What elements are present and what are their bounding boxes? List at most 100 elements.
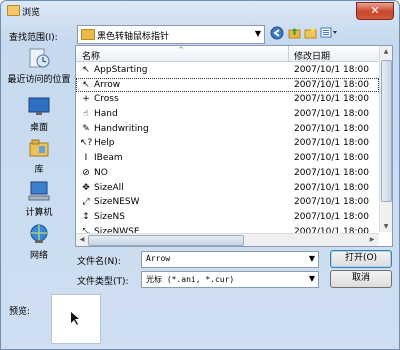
cursor-preview-icon [68, 311, 84, 331]
folder-icon [7, 5, 20, 16]
file-name-value: Arrow [146, 254, 171, 263]
column-header-date[interactable]: 修改日期 [294, 49, 330, 62]
cursor-file-icon: + [82, 94, 90, 105]
file-name: IBeam [94, 153, 123, 164]
file-row[interactable]: ↖? Help 2007/10/1 18:00 [76, 136, 379, 151]
file-name: SizeNESW [94, 197, 140, 208]
column-divider[interactable] [288, 46, 289, 61]
scroll-down-icon[interactable]: ▼ [380, 223, 392, 230]
file-date: 2007/10/1 18:00 [294, 94, 369, 105]
file-date: 2007/10/1 18:00 [294, 167, 369, 178]
file-type-value: 光标 (*.ani, *.cur) [146, 275, 235, 284]
file-name: SizeAll [94, 182, 124, 193]
file-date: 2007/10/1 18:00 [294, 182, 369, 193]
file-name: Hand [94, 109, 118, 120]
file-row[interactable]: + Cross 2007/10/1 18:00 [76, 92, 379, 107]
scroll-right-icon[interactable]: ▶ [366, 236, 378, 243]
look-in-label: 查找范围(I): [9, 33, 58, 43]
chevron-down-icon: ▼ [308, 274, 315, 283]
preview-label: 预览: [9, 307, 31, 317]
column-header-name[interactable]: 名称 [82, 49, 100, 62]
title-bar[interactable]: 浏览 ✕ [1, 1, 399, 21]
file-row[interactable]: ⤢ SizeNESW 2007/10/1 18:00 [76, 195, 379, 210]
place-libraries[interactable]: 库 [7, 137, 71, 175]
place-desktop[interactable]: 桌面 [7, 95, 71, 133]
file-rows: ↖ AppStarting 2007/10/1 18:00 ↖ Arrow 2007/10… [76, 63, 379, 239]
file-name-input[interactable]: Arrow ▼ [141, 251, 319, 268]
cursor-file-icon: ↖ [82, 79, 90, 90]
file-date: 2007/10/1 18:00 [294, 123, 369, 134]
place-network[interactable]: 网络 [7, 223, 71, 261]
file-type-label: 文件类型(T): [77, 277, 129, 287]
place-label: 库 [34, 165, 44, 175]
file-date: 2007/10/1 18:00 [294, 153, 369, 164]
libraries-icon [27, 137, 51, 159]
close-button[interactable]: ✕ [356, 2, 394, 20]
place-label: 桌面 [29, 123, 48, 133]
scroll-thumb[interactable] [88, 235, 244, 246]
file-date: 2007/10/1 18:00 [294, 79, 369, 90]
file-type-select[interactable]: 光标 (*.ani, *.cur) ▼ [141, 271, 319, 288]
preview-pane [51, 294, 101, 344]
column-header-row: 名称 ^ 修改日期 [76, 46, 379, 62]
file-name: SizeNS [94, 211, 125, 222]
folder-icon [81, 29, 95, 40]
file-row[interactable]: ↖ AppStarting 2007/10/1 18:00 [76, 63, 379, 78]
file-name: Help [94, 138, 115, 149]
file-date: 2007/10/1 18:00 [294, 109, 369, 120]
file-name: Handwriting [94, 123, 149, 134]
file-date: 2007/10/1 18:00 [294, 65, 369, 75]
chevron-down-icon[interactable]: ▼ [309, 254, 315, 263]
file-name: NO [94, 167, 108, 178]
file-row[interactable]: ✎ Handwriting 2007/10/1 18:00 [76, 122, 379, 137]
open-button[interactable]: 打开(O) [330, 250, 392, 268]
new-folder-icon[interactable] [303, 26, 317, 41]
horizontal-scrollbar[interactable]: ◀ ▶ [76, 233, 379, 246]
file-name: AppStarting [94, 65, 148, 75]
file-row[interactable]: ↕ SizeNS 2007/10/1 18:00 [76, 210, 379, 225]
desktop-icon [27, 95, 51, 117]
recent-places-icon [27, 47, 51, 69]
cursor-file-icon: ✎ [82, 123, 90, 134]
place-label: 网络 [29, 251, 48, 261]
place-computer[interactable]: 计算机 [7, 180, 71, 218]
file-row[interactable]: ✥ SizeAll 2007/10/1 18:00 [76, 181, 379, 196]
file-name-label: 文件名(N): [77, 257, 121, 267]
sort-up-icon: ^ [178, 46, 184, 54]
place-recent[interactable]: 最近访问的位置 [7, 47, 71, 85]
look-in-dropdown[interactable]: 黑色转轴鼠标指针 ▼ [77, 25, 265, 44]
cursor-file-icon: ✥ [82, 182, 90, 193]
vertical-scrollbar[interactable]: ▲ ▼ [379, 46, 392, 232]
cancel-button[interactable]: 取消 [330, 270, 392, 288]
file-row[interactable]: ⊘ NO 2007/10/1 18:00 [76, 166, 379, 181]
file-date: 2007/10/1 18:00 [294, 138, 369, 149]
network-icon [27, 223, 51, 245]
file-row[interactable]: I IBeam 2007/10/1 18:00 [76, 151, 379, 166]
cursor-file-icon: ⊘ [82, 167, 90, 178]
cursor-file-icon: ⤢ [82, 197, 90, 208]
file-row[interactable]: ↖ Arrow 2007/10/1 18:00 [76, 77, 379, 93]
browse-dialog: 浏览 ✕ 查找范围(I): 黑色转轴鼠标指针 ▼ 最近访问的位置 桌面 库 计算… [0, 0, 400, 350]
place-label: 计算机 [25, 208, 53, 218]
file-date: 2007/10/1 18:00 [294, 197, 369, 208]
cursor-file-icon: ↕ [82, 211, 90, 222]
cursor-file-icon: ↖? [80, 138, 93, 149]
file-row[interactable]: ☝ Hand 2007/10/1 18:00 [76, 107, 379, 122]
cursor-file-icon: ↖ [82, 65, 90, 75]
place-label: 最近访问的位置 [7, 75, 71, 85]
cursor-file-icon: I [84, 153, 88, 164]
computer-icon [27, 180, 51, 202]
up-folder-icon[interactable] [287, 26, 301, 41]
scroll-up-icon[interactable]: ▲ [380, 48, 392, 55]
view-menu-icon[interactable] [319, 26, 339, 41]
file-date: 2007/10/1 18:00 [294, 211, 369, 222]
scroll-left-icon[interactable]: ◀ [76, 236, 88, 243]
file-name: Arrow [94, 79, 121, 90]
look-in-value: 黑色转轴鼠标指针 [97, 32, 170, 42]
cursor-file-icon: ☝ [83, 109, 89, 120]
places-bar: 最近访问的位置 桌面 库 计算机 网络 [7, 47, 71, 261]
window-title: 浏览 [22, 8, 41, 18]
scroll-thumb[interactable] [381, 60, 392, 202]
file-list[interactable]: 名称 ^ 修改日期 ↖ AppStarting 2007/10/1 18:00 ↖ Ar… [75, 45, 393, 247]
back-icon[interactable] [269, 26, 285, 41]
